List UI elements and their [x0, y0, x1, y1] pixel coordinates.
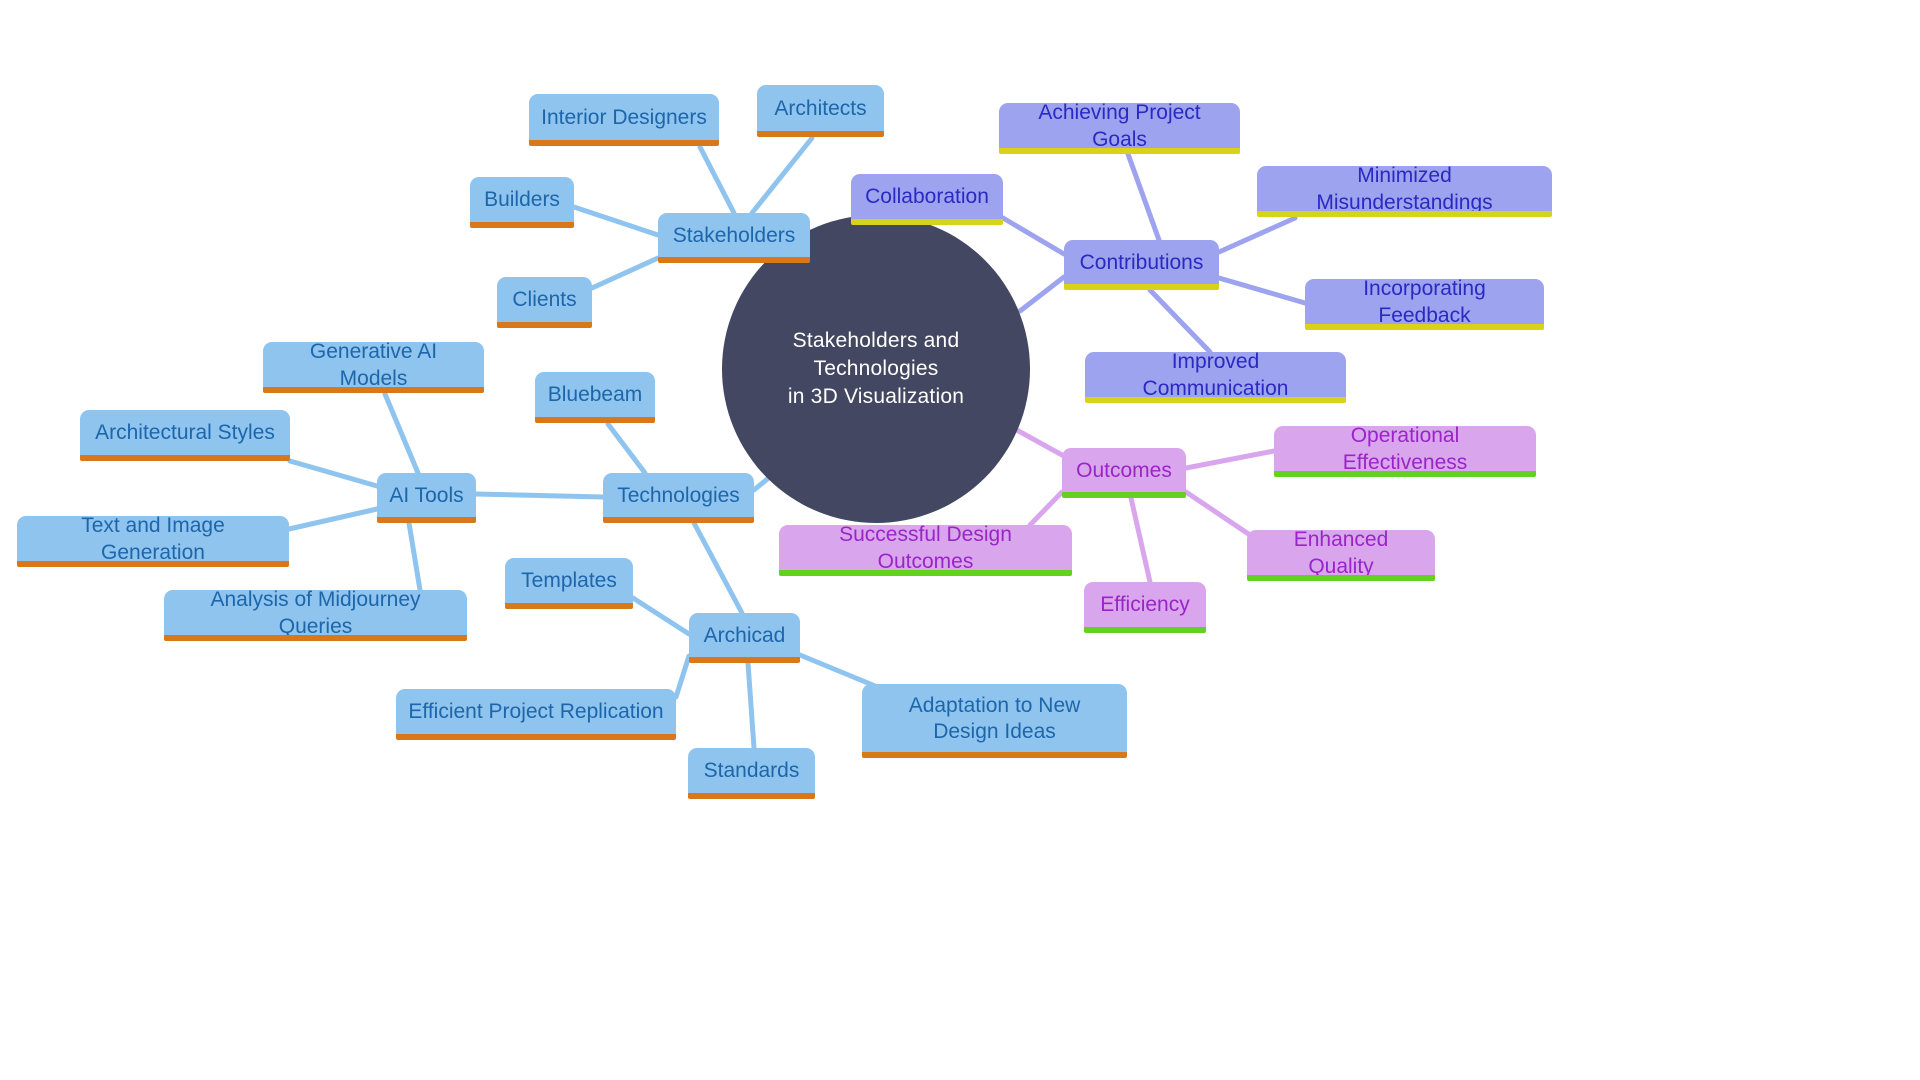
node-label-ai-tools: AI Tools	[389, 483, 464, 507]
node-standards[interactable]: Standards	[688, 748, 815, 799]
node-builders[interactable]: Builders	[470, 177, 574, 228]
node-label-collaboration: Collaboration	[865, 185, 989, 209]
node-interior-designers[interactable]: Interior Designers	[529, 94, 719, 146]
node-architectural-styles[interactable]: Architectural Styles	[80, 410, 290, 461]
node-label-archicad: Archicad	[703, 623, 786, 647]
node-efficiency[interactable]: Efficiency	[1084, 582, 1206, 633]
node-underline-adaptation-to-new-design-ideas	[862, 752, 1127, 758]
node-efficient-project-replication[interactable]: Efficient Project Replication	[396, 689, 676, 740]
node-label-adaptation-to-new-design-ideas: Adaptation to New Design Ideas	[908, 693, 1081, 743]
node-label-contributions: Contributions	[1079, 250, 1204, 274]
node-underline-successful-design-outcomes	[779, 570, 1072, 576]
node-achieving-project-goals[interactable]: Achieving Project Goals	[999, 101, 1240, 154]
node-underline-minimized-misunderstandings	[1257, 211, 1552, 217]
node-underline-text-and-image-generation	[17, 561, 289, 567]
node-label-clients: Clients	[512, 288, 577, 312]
node-label-standards: Standards	[703, 759, 800, 783]
node-ai-tools[interactable]: AI Tools	[377, 473, 476, 523]
node-underline-ai-tools	[377, 517, 476, 523]
center-node-label-line2: in 3D Visualization	[787, 384, 965, 408]
node-underline-architectural-styles	[80, 455, 290, 461]
node-label-outcomes: Outcomes	[1076, 458, 1172, 482]
node-underline-standards	[688, 793, 815, 799]
node-underline-generative-ai-models	[263, 387, 484, 393]
node-label-successful-design-outcomes: Successful Design Outcomes	[839, 523, 1012, 573]
node-archicad[interactable]: Archicad	[689, 613, 800, 663]
node-layer: Stakeholders and Technologies in 3D Visua…	[0, 0, 1920, 1080]
node-successful-design-outcomes[interactable]: Successful Design Outcomes	[779, 523, 1072, 576]
node-label-interior-designers: Interior Designers	[541, 105, 707, 129]
node-operational-effectiveness[interactable]: Operational Effectiveness	[1274, 424, 1536, 477]
node-underline-builders	[470, 222, 574, 228]
node-label-architects: Architects	[774, 96, 867, 120]
node-label-technologies: Technologies	[617, 483, 740, 507]
node-underline-operational-effectiveness	[1274, 471, 1536, 477]
center-node-label-line1: Stakeholders and Technologies	[792, 329, 960, 381]
node-underline-bluebeam	[535, 417, 655, 423]
node-templates[interactable]: Templates	[505, 558, 633, 609]
mindmap-canvas: Stakeholders and Technologies in 3D Visua…	[0, 0, 1920, 1080]
node-label-enhanced-quality: Enhanced Quality	[1293, 528, 1389, 578]
node-underline-archicad	[689, 657, 800, 663]
node-underline-architects	[757, 131, 884, 137]
node-analysis-of-midjourney-queries[interactable]: Analysis of Midjourney Queries	[164, 588, 467, 641]
node-underline-analysis-of-midjourney-queries	[164, 635, 467, 641]
node-underline-outcomes	[1062, 492, 1186, 498]
node-underline-enhanced-quality	[1247, 575, 1435, 581]
node-improved-communication[interactable]: Improved Communication	[1085, 350, 1346, 403]
node-label-analysis-of-midjourney-queries: Analysis of Midjourney Queries	[210, 588, 421, 638]
node-underline-collaboration	[851, 219, 1003, 225]
node-underline-contributions	[1064, 284, 1219, 290]
node-clients[interactable]: Clients	[497, 277, 592, 328]
node-architects[interactable]: Architects	[757, 85, 884, 137]
node-minimized-misunderstandings[interactable]: Minimized Misunderstandings	[1257, 164, 1552, 217]
node-label-text-and-image-generation: Text and Image Generation	[81, 514, 225, 564]
node-label-efficiency: Efficiency	[1100, 593, 1190, 617]
node-label-architectural-styles: Architectural Styles	[95, 421, 275, 445]
node-label-stakeholders: Stakeholders	[672, 223, 796, 247]
node-underline-achieving-project-goals	[999, 148, 1240, 154]
node-label-templates: Templates	[521, 569, 617, 593]
node-underline-efficient-project-replication	[396, 734, 676, 740]
node-label-bluebeam: Bluebeam	[547, 383, 643, 407]
node-technologies[interactable]: Technologies	[603, 473, 754, 523]
node-stakeholders[interactable]: Stakeholders	[658, 213, 810, 263]
node-enhanced-quality[interactable]: Enhanced Quality	[1247, 528, 1435, 581]
node-adaptation-to-new-design-ideas[interactable]: Adaptation to New Design Ideas	[862, 684, 1127, 758]
node-outcomes[interactable]: Outcomes	[1062, 448, 1186, 498]
node-label-achieving-project-goals: Achieving Project Goals	[1038, 101, 1201, 151]
node-contributions[interactable]: Contributions	[1064, 240, 1219, 290]
node-underline-incorporating-feedback	[1305, 324, 1544, 330]
node-incorporating-feedback[interactable]: Incorporating Feedback	[1305, 277, 1544, 330]
center-node-label: Stakeholders and Technologies in 3D Visua…	[748, 327, 1004, 410]
node-label-incorporating-feedback: Incorporating Feedback	[1363, 277, 1486, 327]
node-label-builders: Builders	[484, 188, 560, 212]
node-text-and-image-generation[interactable]: Text and Image Generation	[17, 514, 289, 567]
node-underline-interior-designers	[529, 140, 719, 146]
node-underline-technologies	[603, 517, 754, 523]
node-bluebeam[interactable]: Bluebeam	[535, 372, 655, 423]
node-underline-stakeholders	[658, 257, 810, 263]
node-underline-efficiency	[1084, 627, 1206, 633]
node-label-efficient-project-replication: Efficient Project Replication	[408, 700, 664, 724]
node-generative-ai-models[interactable]: Generative AI Models	[263, 340, 484, 393]
node-label-minimized-misunderstandings: Minimized Misunderstandings	[1316, 164, 1493, 214]
node-underline-clients	[497, 322, 592, 328]
node-label-improved-communication: Improved Communication	[1142, 350, 1289, 400]
node-underline-improved-communication	[1085, 397, 1346, 403]
node-label-operational-effectiveness: Operational Effectiveness	[1342, 424, 1468, 474]
node-collaboration[interactable]: Collaboration	[851, 174, 1003, 225]
node-underline-templates	[505, 603, 633, 609]
node-label-generative-ai-models: Generative AI Models	[309, 340, 438, 390]
